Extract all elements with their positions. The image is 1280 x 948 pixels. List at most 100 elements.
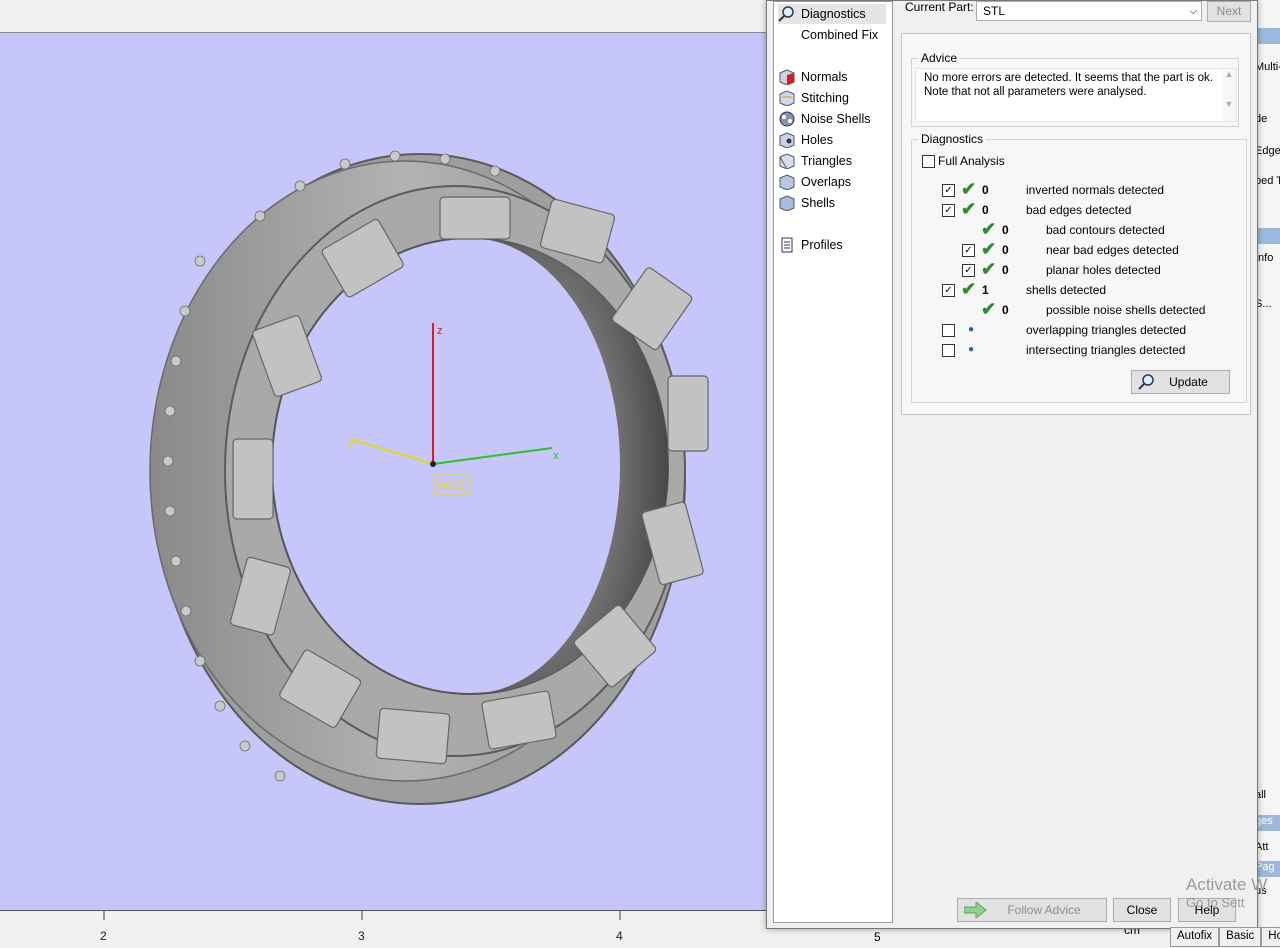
current-part-label: Current Part: — [905, 0, 974, 14]
nav-item-triangles[interactable]: Triangles — [778, 151, 886, 171]
panel-fragment: Edge — [1255, 145, 1280, 157]
advice-title: Advice — [918, 51, 961, 65]
nav-item-diagnostics[interactable]: Diagnostics — [778, 4, 886, 24]
nav-item-label: Noise Shells — [801, 112, 871, 126]
magnifier-icon — [778, 6, 796, 22]
wizard-nav: Diagnostics Combined Fix Normals Stitchi… — [773, 1, 893, 923]
nav-item-label: Holes — [801, 133, 833, 147]
diagnostics-panel: Advice No more errors are detected. It s… — [901, 33, 1251, 415]
update-button[interactable]: Update — [1131, 370, 1230, 394]
full-analysis-checkbox[interactable] — [922, 155, 935, 168]
viewport-3d[interactable]: z x y WCS 2 3 4 — [0, 0, 768, 948]
nav-item-label: Stitching — [801, 91, 849, 105]
row-checkbox[interactable]: ✓ — [942, 204, 955, 217]
row-count: 0 — [1002, 263, 1009, 277]
row-checkbox[interactable]: ✓ — [942, 284, 955, 297]
axis-label-z: z — [437, 325, 443, 337]
advice-line: Note that not all parameters were analys… — [924, 85, 1147, 98]
row-count: 0 — [1002, 303, 1009, 317]
row-checkbox[interactable]: ✓ — [962, 264, 975, 277]
model-canvas[interactable]: z x y WCS — [0, 32, 768, 913]
diagnostics-group: Diagnostics Full Analysis ✓ ✔ 0 inverted… — [911, 132, 1247, 403]
ruler-extension: 5 cm — [768, 923, 1168, 947]
watermark-line: Activate W — [1186, 875, 1268, 894]
ruler-tick-label: 5 — [874, 930, 881, 944]
advice-line: No more errors are detected. It seems th… — [924, 72, 1213, 84]
holes-cube-icon — [778, 132, 796, 149]
nav-item-label: Combined Fix — [801, 28, 879, 42]
checkmark-icon: ✔ — [961, 279, 977, 299]
nav-item-profiles[interactable]: Profiles — [778, 235, 886, 255]
repair-wizard-dialog: Diagnostics Combined Fix Normals Stitchi… — [766, 0, 1258, 929]
row-label: overlapping triangles detected — [1026, 323, 1187, 337]
noise-shells-icon — [778, 111, 796, 127]
nav-item-stitching[interactable]: Stitching — [778, 88, 886, 108]
follow-advice-label: Follow Advice — [1007, 903, 1081, 917]
ring-model-render: z x y WCS — [149, 150, 709, 805]
row-checkbox[interactable]: ✓ — [962, 244, 975, 257]
row-count: 0 — [1002, 243, 1009, 257]
nav-item-label: Triangles — [801, 154, 852, 168]
follow-advice-button[interactable]: Follow Advice — [957, 898, 1107, 922]
watermark-line: Go to Sett — [1186, 895, 1245, 910]
chevron-down-icon: ⌵ — [1189, 6, 1197, 17]
checkmark-icon: ✔ — [961, 199, 977, 219]
next-button[interactable]: Next — [1207, 1, 1251, 22]
current-part-select[interactable]: STL ⌵ — [976, 1, 1202, 21]
row-checkbox[interactable]: ✓ — [942, 184, 955, 197]
ruler-tick-label: 2 — [100, 929, 107, 943]
row-count: 0 — [982, 203, 989, 217]
row-label: inverted normals detected — [1026, 183, 1165, 197]
tab-holes[interactable]: Hol — [1261, 927, 1280, 947]
full-analysis-label: Full Analysis — [938, 154, 1005, 168]
row-checkbox[interactable] — [942, 344, 955, 357]
magnifier-icon — [1138, 374, 1156, 397]
panel-fragment: ped Tr — [1255, 175, 1280, 187]
update-label: Update — [1169, 375, 1208, 389]
advice-scrollbar[interactable]: ▲ ▼ — [1222, 69, 1236, 121]
advice-group: Advice No more errors are detected. It s… — [911, 51, 1239, 127]
nav-item-normals[interactable]: Normals — [778, 67, 886, 87]
row-label: possible noise shells detected — [1046, 303, 1206, 317]
wcs-label: WCS — [437, 479, 465, 493]
diagnostics-title: Diagnostics — [918, 132, 987, 146]
nav-item-label: Overlaps — [801, 175, 852, 189]
nav-item-noise-shells[interactable]: Noise Shells — [778, 109, 886, 129]
row-label: intersecting triangles detected — [1026, 343, 1186, 357]
nav-item-label: Normals — [801, 70, 848, 84]
checkmark-icon: ✔ — [981, 239, 997, 259]
nav-item-holes[interactable]: Holes — [778, 130, 886, 150]
row-label: near bad edges detected — [1046, 243, 1179, 257]
nav-item-label: Diagnostics — [801, 7, 866, 21]
panel-fragment: Multi- — [1255, 61, 1280, 73]
checkmark-icon: ✔ — [981, 219, 997, 239]
arrow-right-icon — [963, 900, 988, 925]
current-part-value: STL — [983, 4, 1006, 18]
row-checkbox[interactable] — [942, 324, 955, 337]
nav-item-label: Shells — [801, 196, 836, 210]
row-count: 0 — [982, 183, 989, 197]
triangles-cube-icon — [778, 153, 796, 170]
close-button[interactable]: Close — [1113, 898, 1171, 922]
tab-basic[interactable]: Basic — [1219, 927, 1262, 947]
overlaps-cube-icon — [778, 174, 796, 191]
tab-autofix[interactable]: Autofix — [1170, 927, 1220, 947]
row-count: 0 — [1002, 223, 1009, 237]
pending-dot-icon: ● — [968, 344, 975, 355]
axis-label-x: x — [553, 450, 559, 462]
row-label: bad edges detected — [1026, 203, 1132, 217]
bottom-tab-strip: Autofix Basic Hol — [1170, 927, 1280, 947]
stitching-cube-icon — [778, 90, 796, 107]
row-count: 1 — [982, 283, 989, 297]
ruler-tick-label: 3 — [358, 929, 365, 943]
axis-label-y: y — [348, 438, 354, 450]
checkmark-icon: ✔ — [981, 299, 997, 319]
pending-dot-icon: ● — [968, 324, 975, 335]
row-label: bad contours detected — [1046, 223, 1165, 237]
checkmark-icon: ✔ — [961, 179, 977, 199]
advice-textbox[interactable]: No more errors are detected. It seems th… — [915, 68, 1237, 122]
nav-item-overlaps[interactable]: Overlaps — [778, 172, 886, 192]
nav-item-label: Profiles — [801, 238, 843, 252]
nav-item-combined-fix[interactable]: Combined Fix — [778, 25, 886, 45]
nav-item-shells[interactable]: Shells — [778, 193, 886, 213]
